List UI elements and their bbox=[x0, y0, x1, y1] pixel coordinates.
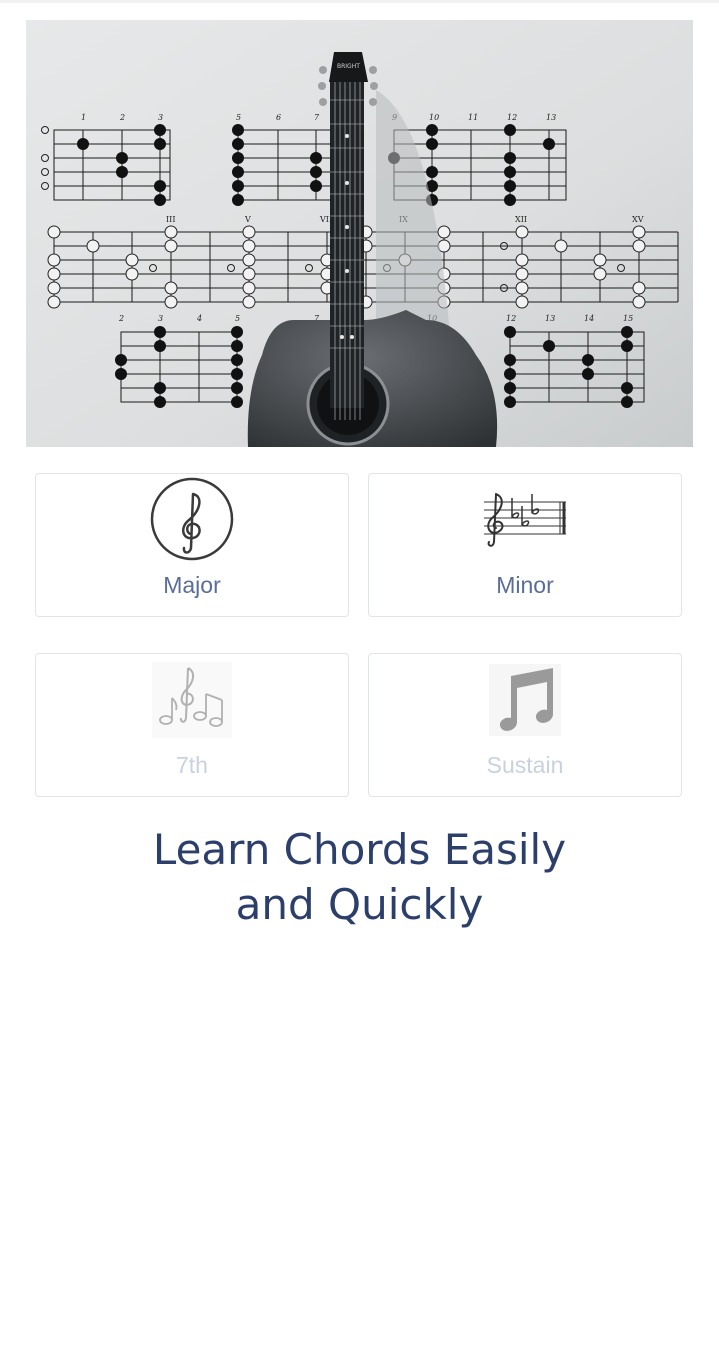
svg-text:13: 13 bbox=[546, 113, 556, 122]
svg-text:12: 12 bbox=[507, 113, 517, 122]
svg-text:3: 3 bbox=[158, 113, 163, 122]
category-label-sustain: Sustain bbox=[486, 752, 564, 778]
status-divider bbox=[0, 0, 719, 3]
svg-text:15: 15 bbox=[623, 314, 633, 323]
svg-text:14: 14 bbox=[584, 314, 594, 323]
svg-text:2: 2 bbox=[118, 314, 124, 323]
svg-text:V: V bbox=[244, 215, 251, 224]
svg-text:12: 12 bbox=[506, 314, 516, 323]
music-notes-clef-icon bbox=[152, 662, 232, 738]
tagline: Learn Chords Easily and Quickly bbox=[0, 822, 719, 932]
svg-text:III: III bbox=[166, 215, 175, 224]
category-card-7th[interactable]: 7th bbox=[35, 653, 349, 797]
music-note-icon bbox=[489, 664, 561, 736]
key-signature-flats-icon bbox=[484, 493, 566, 547]
treble-clef-circle-icon bbox=[150, 477, 234, 561]
svg-text:6: 6 bbox=[276, 113, 281, 122]
svg-text:2: 2 bbox=[119, 113, 125, 122]
svg-text:5: 5 bbox=[236, 113, 241, 122]
svg-text:5: 5 bbox=[235, 314, 240, 323]
svg-text:11: 11 bbox=[468, 113, 478, 122]
category-card-sustain[interactable]: Sustain bbox=[368, 653, 682, 797]
category-label-7th: 7th bbox=[176, 752, 208, 778]
tagline-line-1: Learn Chords Easily bbox=[152, 825, 567, 874]
guitar-chord-chart-image: 123 567 91011 1213 bbox=[26, 20, 693, 447]
chord-chart-illustration: 123 567 91011 1213 bbox=[26, 20, 693, 447]
svg-text:10: 10 bbox=[429, 113, 439, 122]
svg-text:1: 1 bbox=[81, 113, 86, 122]
category-label-major: Major bbox=[163, 572, 221, 598]
svg-text:4: 4 bbox=[196, 314, 202, 323]
svg-text:3: 3 bbox=[158, 314, 163, 323]
category-card-minor[interactable]: Minor bbox=[368, 473, 682, 617]
category-card-major[interactable]: Major bbox=[35, 473, 349, 617]
svg-text:XV: XV bbox=[632, 215, 644, 224]
tagline-line-2: and Quickly bbox=[235, 880, 484, 929]
svg-text:13: 13 bbox=[545, 314, 555, 323]
category-label-minor: Minor bbox=[496, 572, 554, 598]
svg-text:BRIGHT: BRIGHT bbox=[337, 63, 360, 70]
svg-text:XII: XII bbox=[515, 215, 527, 224]
